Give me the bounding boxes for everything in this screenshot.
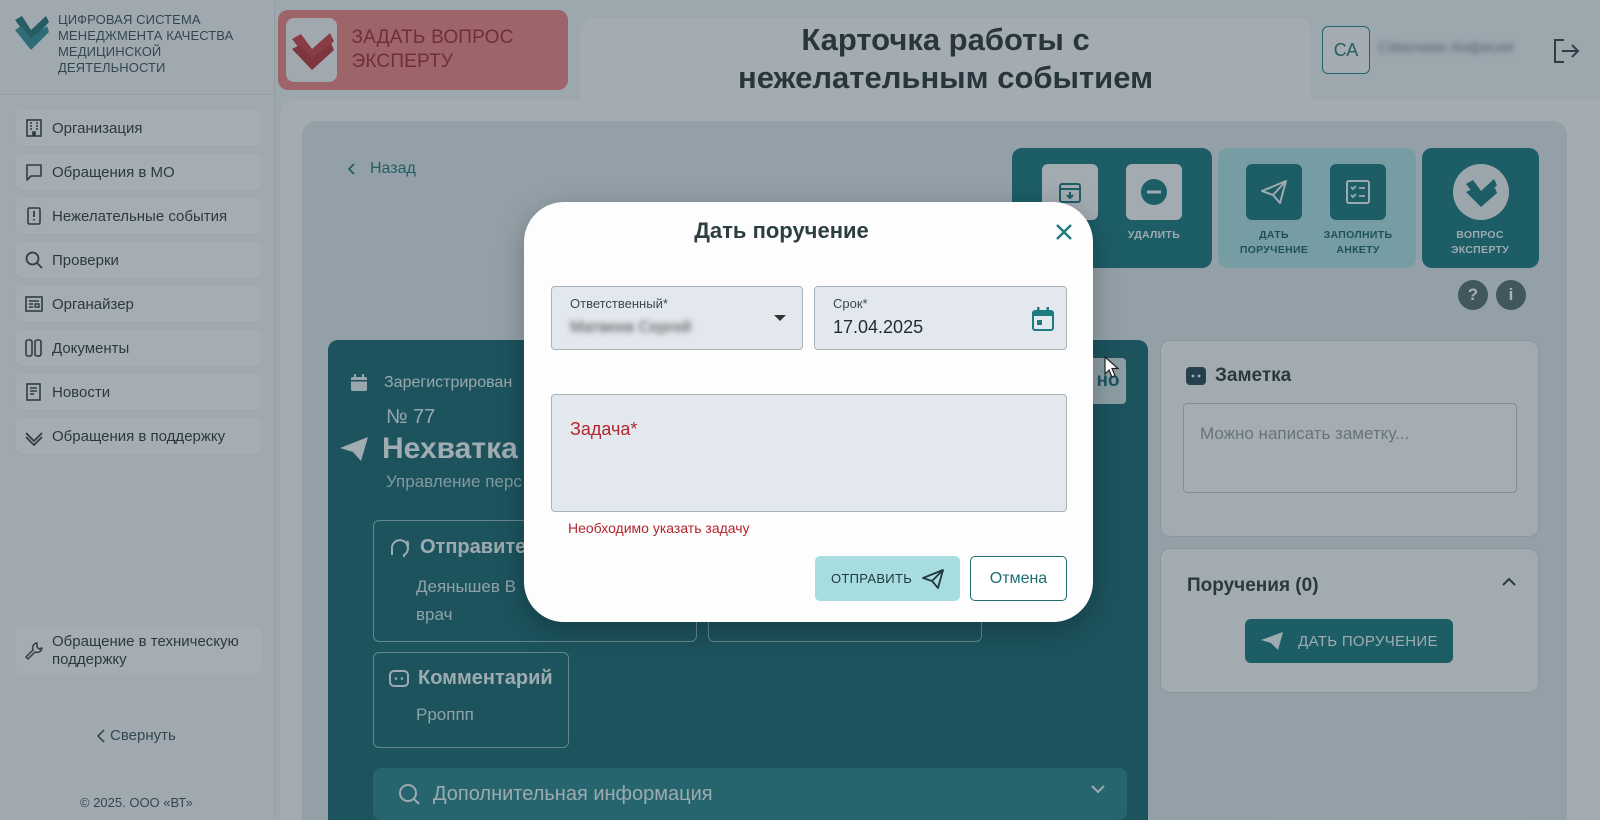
task-error-message: Необходимо указать задачу — [568, 520, 750, 536]
send-icon — [922, 568, 944, 589]
task-textarea[interactable]: Задача* — [551, 394, 1067, 512]
responsible-value: Матвеев Сергей — [570, 319, 692, 336]
deadline-label: Срок* — [833, 296, 868, 311]
deadline-value: 17.04.2025 — [833, 317, 924, 337]
mouse-cursor-icon — [1104, 356, 1120, 378]
send-button[interactable]: ОТПРАВИТЬ — [815, 556, 960, 601]
close-icon[interactable] — [1052, 220, 1076, 244]
deadline-date-field[interactable]: Срок* 17.04.2025 — [814, 286, 1067, 350]
cancel-button[interactable]: Отмена — [970, 556, 1067, 601]
dialog-title: Дать поручение — [694, 218, 869, 243]
send-label: ОТПРАВИТЬ — [830, 571, 913, 586]
task-label: Задача* — [570, 419, 638, 439]
responsible-label: Ответственный* — [570, 296, 668, 311]
dropdown-arrow-icon — [774, 315, 786, 321]
calendar-icon[interactable] — [1032, 307, 1054, 331]
assign-task-dialog: Дать поручение Ответственный* Матвеев Се… — [524, 202, 1093, 622]
responsible-select[interactable]: Ответственный* Матвеев Сергей — [551, 286, 803, 350]
